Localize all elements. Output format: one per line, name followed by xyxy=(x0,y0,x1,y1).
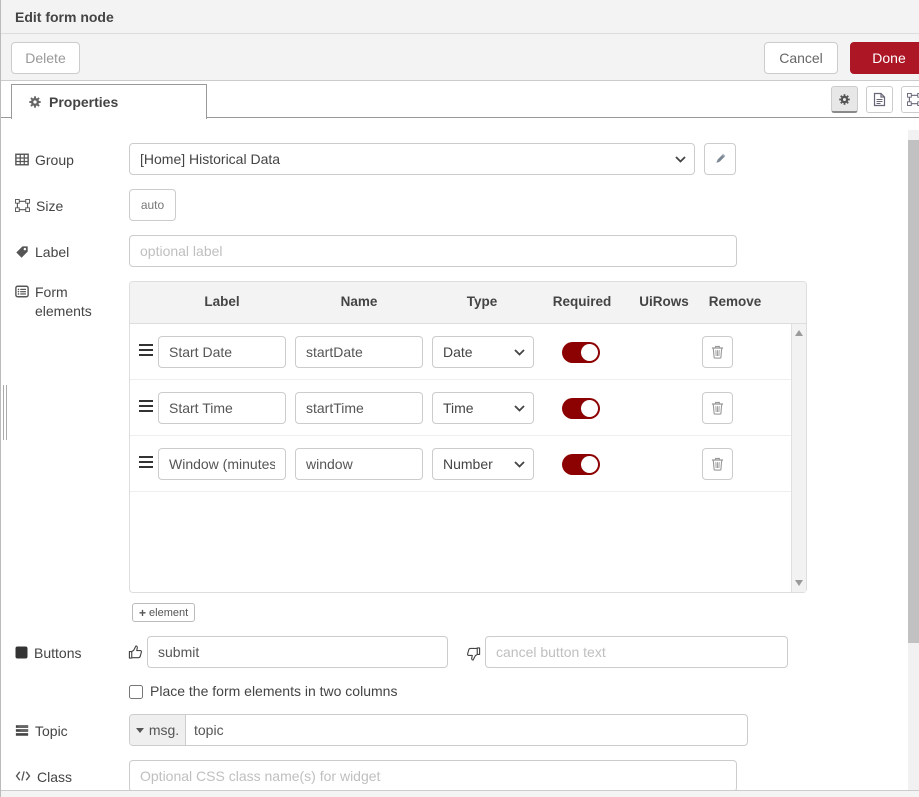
element-type-value: Number xyxy=(443,456,493,472)
element-name-input[interactable] xyxy=(295,336,423,368)
element-label-input[interactable] xyxy=(158,392,286,424)
properties-view-button[interactable] xyxy=(831,86,858,113)
edit-group-button[interactable] xyxy=(704,143,736,175)
element-type-select[interactable]: Time xyxy=(432,392,534,424)
form-elements-table-header: Label Name Type Required UiRows Remove xyxy=(130,282,806,324)
form-elements-field-label: Form elements xyxy=(15,283,125,321)
object-group-icon xyxy=(907,93,919,106)
file-icon xyxy=(873,92,886,107)
editor-toolbar-buttons xyxy=(831,86,919,113)
square-icon xyxy=(15,644,28,663)
gear-icon xyxy=(28,95,42,109)
column-header-required: Required xyxy=(553,294,612,309)
tasks-icon xyxy=(15,722,29,741)
done-button[interactable]: Done xyxy=(850,42,919,74)
class-field-label: Class xyxy=(15,768,125,787)
column-header-remove: Remove xyxy=(709,294,762,309)
group-select-value: [Home] Historical Data xyxy=(140,151,280,167)
element-type-select[interactable]: Date xyxy=(432,336,534,368)
chevron-down-icon xyxy=(514,349,525,356)
tab-properties[interactable]: Properties xyxy=(11,84,207,119)
form-elements-list: Date Time xyxy=(130,324,806,592)
topic-typed-input: msg. topic xyxy=(129,714,748,746)
form-element-row: Time xyxy=(130,380,806,436)
page-scrollbar-thumb[interactable] xyxy=(908,140,919,643)
trash-icon xyxy=(711,345,724,359)
tray-resize-grip[interactable] xyxy=(3,385,7,440)
remove-element-button[interactable] xyxy=(702,448,733,480)
edit-form-node-dialog: Edit form node Delete Cancel Done Proper… xyxy=(0,0,919,797)
cancel-button-text-input[interactable] xyxy=(485,636,788,668)
column-header-label: Label xyxy=(204,294,239,309)
add-element-button[interactable]: +element xyxy=(132,603,195,622)
column-header-type: Type xyxy=(467,294,498,309)
size-field-label: Size xyxy=(15,197,125,216)
gear-icon xyxy=(838,93,851,106)
object-group-icon xyxy=(15,197,30,216)
chevron-down-icon xyxy=(675,156,686,163)
topic-type-button[interactable]: msg. xyxy=(130,715,186,745)
label-field-label: Label xyxy=(15,243,125,262)
element-type-select[interactable]: Number xyxy=(432,448,534,480)
required-toggle[interactable] xyxy=(562,342,600,363)
tag-icon xyxy=(15,243,29,262)
form-elements-table: Label Name Type Required UiRows Remove D… xyxy=(129,281,807,593)
column-header-uirows: UiRows xyxy=(639,294,689,309)
thumbs-up-icon xyxy=(128,644,143,660)
table-icon xyxy=(15,151,29,170)
element-type-value: Date xyxy=(443,344,473,360)
tab-bar: Properties xyxy=(1,82,919,118)
trash-icon xyxy=(711,401,724,415)
two-columns-checkbox[interactable] xyxy=(129,685,143,699)
remove-element-button[interactable] xyxy=(702,336,733,368)
page-scrollbar[interactable] xyxy=(908,130,919,797)
class-input[interactable] xyxy=(129,760,737,792)
element-name-input[interactable] xyxy=(295,392,423,424)
pencil-icon xyxy=(713,152,727,166)
chevron-down-icon xyxy=(514,461,525,468)
appearance-view-button[interactable] xyxy=(901,86,919,113)
element-type-value: Time xyxy=(443,400,474,416)
form-element-row: Number xyxy=(130,436,806,492)
dialog-header: Edit form node xyxy=(1,0,919,34)
remove-element-button[interactable] xyxy=(702,392,733,424)
tab-properties-label: Properties xyxy=(49,94,118,110)
topic-field-label: Topic xyxy=(15,722,125,741)
topic-type-label: msg. xyxy=(149,722,179,738)
dialog-title: Edit form node xyxy=(15,9,114,25)
scroll-up-icon[interactable] xyxy=(795,330,803,336)
list-alt-icon xyxy=(15,283,29,321)
dialog-toolbar: Delete Cancel Done xyxy=(1,34,919,81)
element-label-input[interactable] xyxy=(158,448,286,480)
group-select[interactable]: [Home] Historical Data xyxy=(129,143,695,175)
cancel-button[interactable]: Cancel xyxy=(764,42,838,74)
caret-down-icon xyxy=(136,728,144,733)
delete-button[interactable]: Delete xyxy=(11,42,80,74)
drag-handle-icon[interactable] xyxy=(139,400,153,415)
scroll-down-icon[interactable] xyxy=(795,580,803,586)
form-element-row: Date xyxy=(130,324,806,380)
submit-button-text-input[interactable] xyxy=(147,636,448,668)
buttons-field-label: Buttons xyxy=(15,644,125,663)
two-columns-label[interactable]: Place the form elements in two columns xyxy=(150,683,397,699)
plus-icon: + xyxy=(139,606,146,620)
list-scrollbar[interactable] xyxy=(791,324,806,592)
required-toggle[interactable] xyxy=(562,454,600,475)
element-name-input[interactable] xyxy=(295,448,423,480)
drag-handle-icon[interactable] xyxy=(139,344,153,359)
code-icon xyxy=(15,768,31,787)
drag-handle-icon[interactable] xyxy=(139,456,153,471)
element-label-input[interactable] xyxy=(158,336,286,368)
label-input[interactable] xyxy=(129,235,737,267)
column-header-name: Name xyxy=(341,294,378,309)
chevron-down-icon xyxy=(514,405,525,412)
size-button[interactable]: auto xyxy=(129,189,176,221)
topic-value[interactable]: topic xyxy=(186,722,224,738)
bottom-strip xyxy=(1,790,919,797)
required-toggle[interactable] xyxy=(562,398,600,419)
thumbs-down-icon xyxy=(466,646,481,662)
group-field-label: Group xyxy=(15,151,125,170)
description-view-button[interactable] xyxy=(866,86,893,113)
trash-icon xyxy=(711,457,724,471)
